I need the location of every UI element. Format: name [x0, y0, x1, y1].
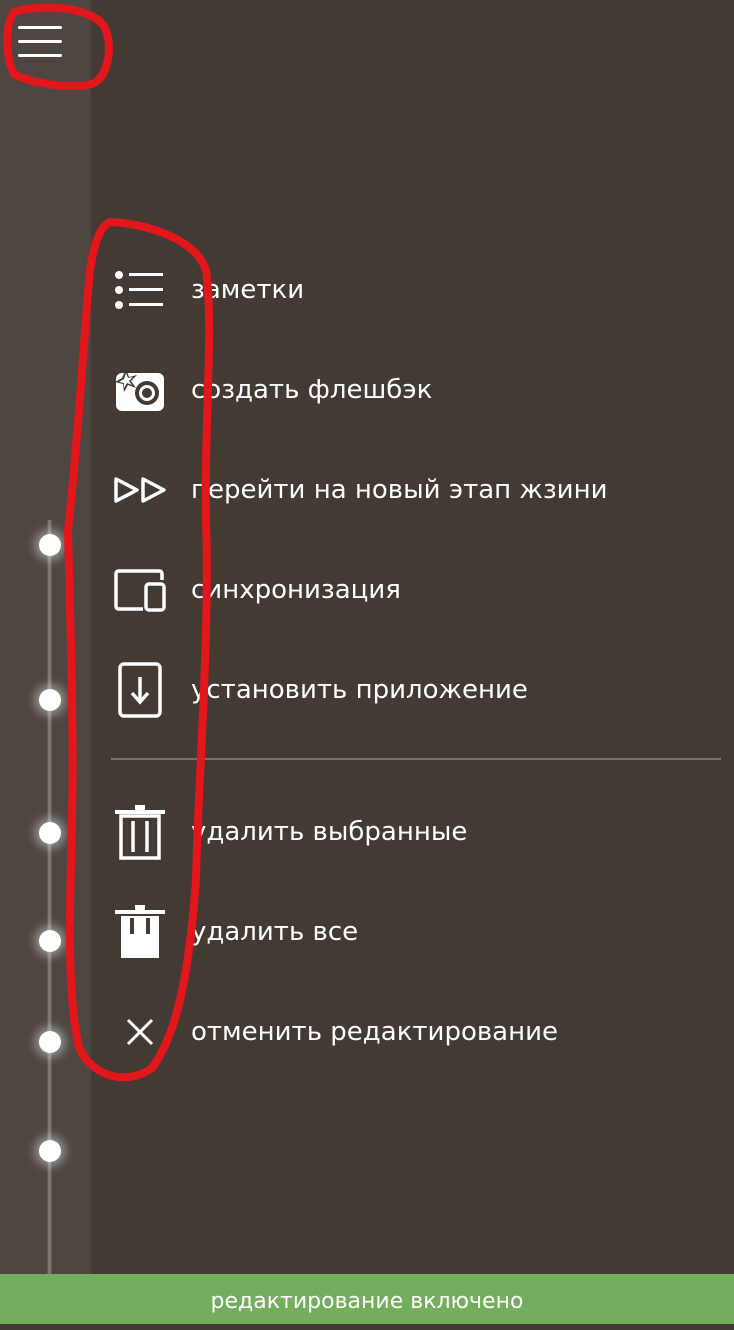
menu-item-install-app[interactable]: установить приложение: [100, 654, 720, 726]
menu-item-cancel-editing[interactable]: отменить редактирование: [100, 996, 720, 1068]
list-icon: [108, 254, 172, 326]
timeline-dot[interactable]: [39, 689, 61, 711]
install-app-icon: [108, 654, 172, 726]
menu-item-delete-all[interactable]: удалить все: [100, 896, 720, 968]
timeline-dot[interactable]: [39, 534, 61, 556]
menu-item-delete-selected[interactable]: удалить выбранные: [100, 796, 720, 868]
menu-item-label: отменить редактирование: [191, 1017, 559, 1047]
menu-item-label: создать флешбэк: [191, 375, 433, 405]
status-bar: редактирование включено: [0, 1274, 734, 1324]
timeline-strip: [0, 0, 91, 1274]
devices-sync-icon: [108, 554, 172, 626]
timeline-dot[interactable]: [39, 822, 61, 844]
trash-icon: [108, 796, 172, 868]
timeline-dot[interactable]: [39, 1031, 61, 1053]
menu-item-label: удалить все: [191, 917, 359, 947]
menu-item-label: установить приложение: [191, 675, 528, 705]
menu-item-label: удалить выбранные: [191, 817, 468, 847]
menu-item-label: перейти на новый этап жзини: [191, 475, 608, 505]
camera-flash-icon: [108, 354, 172, 426]
trash-filled-icon: [108, 896, 172, 968]
menu-item-notes[interactable]: заметки: [100, 254, 720, 326]
menu-item-label: синхронизация: [191, 575, 401, 605]
menu-divider: [111, 758, 721, 760]
hamburger-menu-icon[interactable]: [16, 22, 66, 62]
menu-item-create-flashback[interactable]: создать флешбэк: [100, 354, 720, 426]
fast-forward-icon: [108, 454, 172, 526]
close-icon: [108, 996, 172, 1068]
timeline-dot[interactable]: [39, 1140, 61, 1162]
timeline-dot[interactable]: [39, 930, 61, 952]
menu-item-sync[interactable]: синхронизация: [100, 554, 720, 626]
menu-item-next-life-stage[interactable]: перейти на новый этап жзини: [100, 454, 720, 526]
menu-item-label: заметки: [191, 275, 305, 305]
